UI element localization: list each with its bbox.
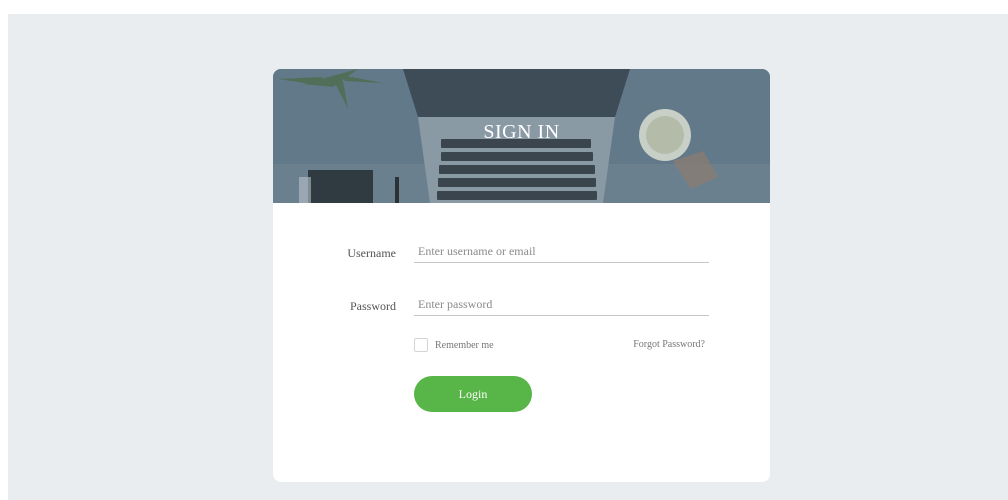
username-input[interactable] [414,240,709,263]
password-label: Password [349,299,396,313]
page-background: SIGN IN Username Password Remember me Fo… [8,14,1008,500]
password-input[interactable] [414,293,709,316]
forgot-password-link[interactable]: Forgot Password? [633,339,705,350]
login-button[interactable]: Login [414,376,532,412]
remember-me-checkbox[interactable] [414,338,428,352]
sign-in-title: SIGN IN [483,121,560,143]
remember-me-label: Remember me [435,339,494,351]
hero-banner: SIGN IN [273,69,770,203]
login-card: SIGN IN Username Password Remember me Fo… [273,69,770,482]
username-label: Username [347,246,396,260]
remember-me-toggle[interactable]: Remember me [414,337,494,353]
